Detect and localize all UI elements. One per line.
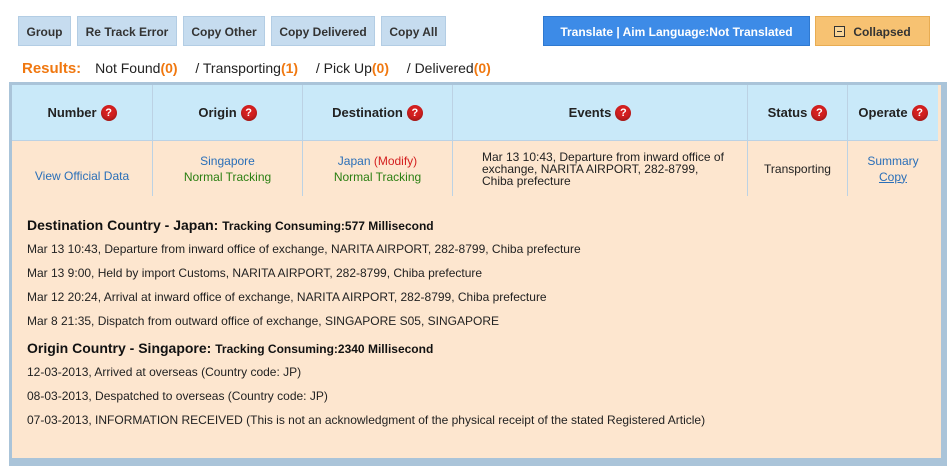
origin-event: 12-03-2013, Arrived at overseas (Country…	[27, 365, 302, 379]
header-status: Status?	[748, 85, 848, 140]
status-text: Transporting	[764, 161, 831, 176]
toolbar: Group Re Track Error Copy Other Copy Del…	[0, 0, 947, 52]
header-operate: Operate?	[848, 85, 938, 140]
table-row: View Official Data Singapore Normal Trac…	[12, 140, 938, 196]
help-icon[interactable]: ?	[615, 104, 632, 121]
copy-all-button[interactable]: Copy All	[381, 16, 446, 46]
view-official-data-link[interactable]: View Official Data	[35, 169, 129, 183]
help-icon[interactable]: ?	[100, 104, 117, 121]
copy-delivered-button[interactable]: Copy Delivered	[271, 16, 375, 46]
result-delivered-label: / Delivered	[406, 60, 474, 76]
origin-cell: Singapore Normal Tracking	[153, 141, 303, 196]
destination-event: Mar 12 20:24, Arrival at inward office o…	[27, 290, 547, 304]
results-summary: Results: Not Found(0) / Transporting(1) …	[22, 58, 491, 78]
tracking-panel: Number? Origin? Destination? Events? Sta…	[9, 82, 947, 466]
origin-consuming: Tracking Consuming:2340 Millisecond	[215, 342, 434, 356]
destination-event: Mar 8 21:35, Dispatch from outward offic…	[27, 314, 499, 328]
destination-country-heading: Destination Country - Japan: Tracking Co…	[27, 213, 927, 237]
destination-country-link[interactable]: Japan	[338, 154, 371, 168]
destination-country-title: Destination Country - Japan:	[27, 217, 219, 233]
origin-tracking-type: Normal Tracking	[183, 169, 272, 184]
header-origin: Origin?	[153, 85, 303, 140]
destination-tracking-type: Normal Tracking	[333, 169, 422, 184]
operate-cell: Summary Copy	[848, 141, 938, 196]
number-cell: View Official Data	[12, 141, 153, 196]
destination-cell: Japan (Modify) Normal Tracking	[303, 141, 453, 196]
modify-link[interactable]: (Modify)	[374, 154, 417, 168]
result-pickup-count: (0)	[371, 60, 390, 76]
retrack-error-button[interactable]: Re Track Error	[77, 16, 177, 46]
status-cell: Transporting	[748, 141, 848, 196]
tracking-details: Destination Country - Japan: Tracking Co…	[27, 213, 927, 432]
origin-event: 07-03-2013, INFORMATION RECEIVED (This i…	[27, 413, 706, 427]
result-transporting-count: (1)	[280, 60, 299, 76]
collapse-icon	[834, 26, 846, 37]
header-destination: Destination?	[303, 85, 453, 140]
summary-link[interactable]: Summary	[867, 154, 918, 168]
copy-other-button[interactable]: Copy Other	[183, 16, 265, 46]
origin-country-title: Origin Country - Singapore:	[27, 340, 212, 356]
table-header-row: Number? Origin? Destination? Events? Sta…	[12, 85, 938, 140]
tracking-table: Number? Origin? Destination? Events? Sta…	[12, 85, 938, 196]
result-not-found-count: (0)	[160, 60, 178, 76]
translate-button[interactable]: Translate | Aim Language:Not Translated	[543, 16, 810, 46]
header-number: Number?	[12, 85, 153, 140]
help-icon[interactable]: ?	[911, 104, 928, 121]
results-label: Results:	[22, 60, 82, 77]
origin-country-heading: Origin Country - Singapore: Tracking Con…	[27, 336, 927, 360]
tracking-panel-inner: Number? Origin? Destination? Events? Sta…	[12, 85, 941, 458]
help-icon[interactable]: ?	[811, 104, 828, 121]
collapse-button[interactable]: Collapsed	[815, 16, 930, 46]
result-delivered-count: (0)	[473, 60, 491, 76]
collapse-label: Collapsed	[853, 25, 911, 39]
help-icon[interactable]: ?	[240, 104, 257, 121]
copy-link[interactable]: Copy	[879, 170, 907, 184]
latest-event-text: Mar 13 10:43, Departure from inward offi…	[482, 149, 724, 188]
result-not-found-label: Not Found	[95, 60, 161, 76]
header-events: Events?	[453, 85, 748, 140]
group-button[interactable]: Group	[18, 16, 71, 46]
destination-event: Mar 13 9:00, Held by import Customs, NAR…	[27, 266, 483, 280]
help-icon[interactable]: ?	[406, 104, 423, 121]
destination-event: Mar 13 10:43, Departure from inward offi…	[27, 242, 581, 256]
destination-consuming: Tracking Consuming:577 Millisecond	[222, 219, 434, 233]
events-cell: Mar 13 10:43, Departure from inward offi…	[453, 141, 748, 196]
origin-country-link[interactable]: Singapore	[200, 154, 255, 168]
result-transporting-label: / Transporting	[195, 60, 281, 76]
result-pickup-label: / Pick Up	[315, 60, 372, 76]
origin-event: 08-03-2013, Despatched to overseas (Coun…	[27, 389, 328, 403]
